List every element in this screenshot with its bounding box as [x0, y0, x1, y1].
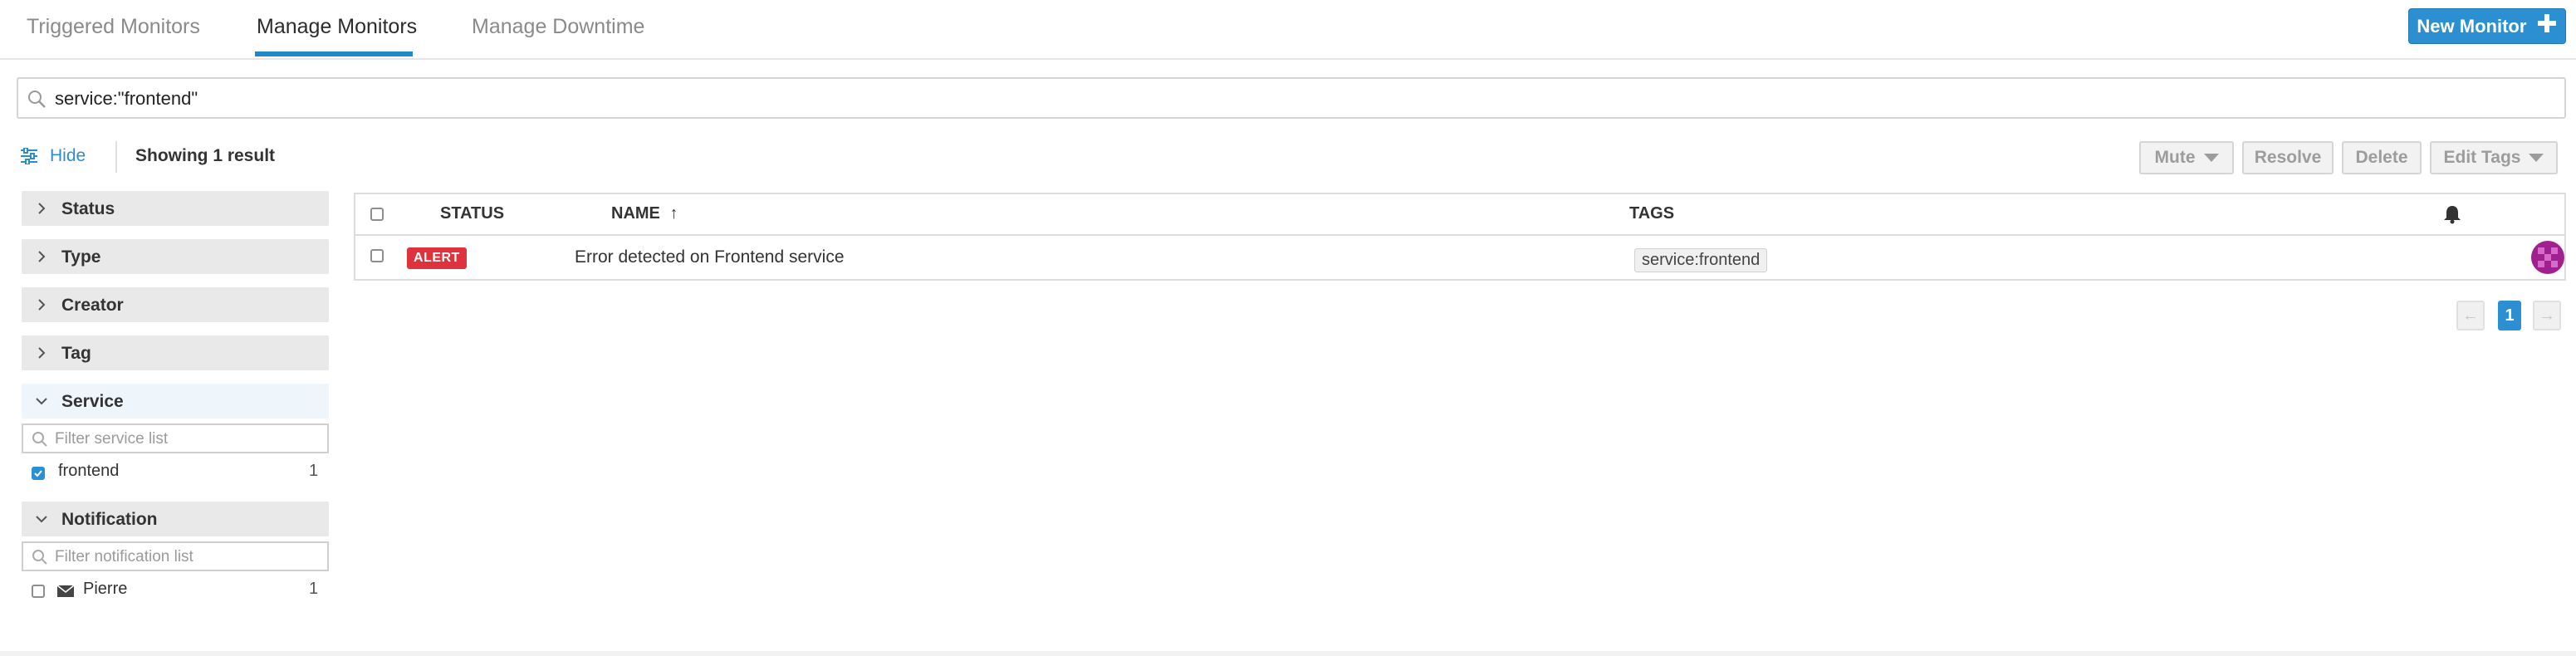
chevron-right-icon — [38, 251, 46, 262]
top-nav: Triggered Monitors Manage Monitors Manag… — [0, 0, 2576, 60]
footer-divider — [0, 651, 2576, 656]
chevron-right-icon — [38, 299, 46, 311]
tab-triggered-monitors[interactable]: Triggered Monitors — [27, 15, 200, 39]
service-option-count: 1 — [309, 462, 319, 480]
notification-checkbox-pierre[interactable] — [32, 585, 45, 598]
facet-type[interactable]: Type — [22, 239, 329, 274]
avatar — [2531, 241, 2564, 274]
chevron-right-icon — [38, 347, 46, 359]
envelope-icon — [56, 585, 75, 597]
check-icon — [34, 470, 42, 477]
facet-creator[interactable]: Creator — [22, 287, 329, 322]
facet-tag[interactable]: Tag — [22, 335, 329, 370]
edit-tags-label: Edit Tags — [2443, 148, 2521, 167]
notification-option-label: Pierre — [83, 580, 128, 598]
sort-arrow-icon: ↑ — [669, 204, 678, 223]
prev-page-button[interactable]: ← — [2456, 301, 2485, 330]
facet-label: Service — [61, 392, 124, 411]
facet-status[interactable]: Status — [22, 191, 329, 226]
notification-filter-field — [22, 541, 329, 571]
chevron-down-icon — [36, 398, 47, 405]
search-icon — [28, 91, 46, 108]
new-monitor-label: New Monitor — [2417, 15, 2527, 37]
chevron-right-icon — [38, 203, 46, 214]
header-divider — [355, 234, 2564, 236]
next-page-button[interactable]: → — [2533, 301, 2561, 330]
service-checkbox-frontend[interactable] — [32, 467, 45, 480]
caret-down-icon — [2203, 154, 2219, 162]
facet-label: Creator — [61, 296, 124, 315]
status-badge: ALERT — [407, 247, 467, 269]
tab-manage-downtime[interactable]: Manage Downtime — [472, 15, 644, 39]
notification-filter-input[interactable] — [53, 546, 322, 568]
resolve-label: Resolve — [2254, 148, 2322, 167]
delete-button[interactable]: Delete — [2342, 141, 2422, 174]
facet-label: Status — [61, 199, 115, 218]
divider — [115, 141, 117, 173]
tag-pill[interactable]: service:frontend — [1634, 248, 1768, 272]
name-header[interactable]: NAME ↑ — [611, 204, 678, 223]
search-bar — [17, 77, 2566, 119]
delete-label: Delete — [2355, 148, 2408, 167]
facet-service[interactable]: Service — [22, 384, 329, 419]
mute-label: Mute — [2154, 148, 2196, 167]
monitor-name-link[interactable]: Error detected on Frontend service — [575, 247, 845, 267]
page-1-button[interactable]: 1 — [2498, 301, 2521, 330]
new-monitor-button[interactable]: New Monitor ✚ — [2408, 8, 2566, 44]
monitors-table: STATUS NAME ↑ TAGS ALERT Error detected … — [354, 193, 2566, 281]
tags-header[interactable]: TAGS — [1629, 204, 1674, 223]
edit-tags-button[interactable]: Edit Tags — [2430, 141, 2558, 174]
service-filter-field — [22, 423, 329, 453]
chevron-down-icon — [36, 516, 47, 523]
plus-icon: ✚ — [2536, 11, 2558, 38]
resolve-button[interactable]: Resolve — [2242, 141, 2334, 174]
mute-button[interactable]: Mute — [2139, 141, 2234, 174]
active-tab-indicator — [255, 51, 413, 56]
hide-filters-button[interactable]: Hide — [20, 146, 86, 166]
result-count: Showing 1 result — [135, 146, 276, 165]
search-icon — [32, 432, 47, 447]
search-input[interactable] — [53, 84, 2465, 114]
caret-down-icon — [2529, 154, 2544, 162]
hide-label: Hide — [50, 146, 86, 165]
select-all-checkbox[interactable] — [370, 208, 384, 221]
row-checkbox[interactable] — [370, 249, 384, 262]
status-header[interactable]: STATUS — [440, 204, 504, 223]
sliders-icon — [21, 148, 37, 164]
notification-option-count: 1 — [309, 580, 319, 598]
service-option-label: frontend — [58, 462, 120, 480]
facet-label: Notification — [61, 510, 158, 529]
bell-icon — [2444, 206, 2461, 224]
name-header-label: NAME — [611, 204, 660, 223]
service-filter-input[interactable] — [53, 428, 322, 450]
facet-label: Type — [61, 247, 101, 267]
search-icon — [32, 550, 47, 565]
facet-label: Tag — [61, 344, 91, 363]
facet-notification[interactable]: Notification — [22, 502, 329, 536]
tab-manage-monitors[interactable]: Manage Monitors — [257, 15, 417, 39]
